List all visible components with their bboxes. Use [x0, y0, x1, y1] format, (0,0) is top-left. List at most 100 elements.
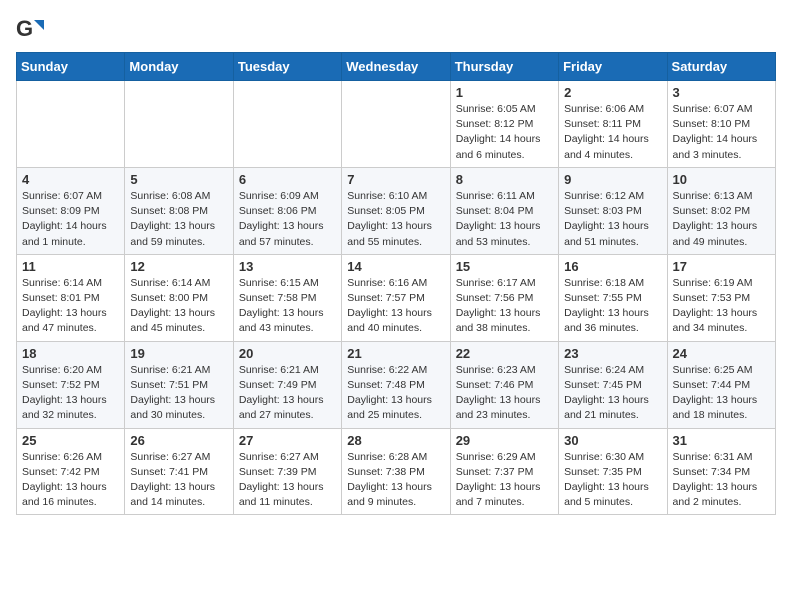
- calendar-cell: 30 Sunrise: 6:30 AM Sunset: 7:35 PM Dayli…: [559, 428, 667, 515]
- calendar-cell: 15 Sunrise: 6:17 AM Sunset: 7:56 PM Dayli…: [450, 254, 558, 341]
- calendar-week-row: 1 Sunrise: 6:05 AM Sunset: 8:12 PM Daylig…: [17, 81, 776, 168]
- day-info: Sunrise: 6:05 AM Sunset: 8:12 PM Dayligh…: [456, 102, 553, 163]
- day-number: 31: [673, 433, 770, 448]
- day-number: 26: [130, 433, 227, 448]
- day-number: 16: [564, 259, 661, 274]
- day-info: Sunrise: 6:29 AM Sunset: 7:37 PM Dayligh…: [456, 450, 553, 511]
- calendar-cell: 24Sunrise: 6:25 AM Sunset: 7:44 PM Dayli…: [667, 341, 775, 428]
- calendar-header-friday: Friday: [559, 53, 667, 81]
- calendar-cell: 14 Sunrise: 6:16 AM Sunset: 7:57 PM Dayli…: [342, 254, 450, 341]
- calendar-header-monday: Monday: [125, 53, 233, 81]
- calendar-cell: 5 Sunrise: 6:08 AM Sunset: 8:08 PM Daylig…: [125, 167, 233, 254]
- calendar-cell: 1 Sunrise: 6:05 AM Sunset: 8:12 PM Daylig…: [450, 81, 558, 168]
- day-info: Sunrise: 6:25 AM Sunset: 7:44 PM Dayligh…: [673, 363, 770, 424]
- day-info: Sunrise: 6:15 AM Sunset: 7:58 PM Dayligh…: [239, 276, 336, 337]
- day-number: 22: [456, 346, 553, 361]
- day-info: Sunrise: 6:21 AM Sunset: 7:51 PM Dayligh…: [130, 363, 227, 424]
- calendar-week-row: 4Sunrise: 6:07 AM Sunset: 8:09 PM Daylig…: [17, 167, 776, 254]
- day-info: Sunrise: 6:21 AM Sunset: 7:49 PM Dayligh…: [239, 363, 336, 424]
- day-number: 12: [130, 259, 227, 274]
- day-info: Sunrise: 6:27 AM Sunset: 7:39 PM Dayligh…: [239, 450, 336, 511]
- day-info: Sunrise: 6:18 AM Sunset: 7:55 PM Dayligh…: [564, 276, 661, 337]
- day-info: Sunrise: 6:16 AM Sunset: 7:57 PM Dayligh…: [347, 276, 444, 337]
- calendar-cell: 21 Sunrise: 6:22 AM Sunset: 7:48 PM Dayli…: [342, 341, 450, 428]
- day-number: 10: [673, 172, 770, 187]
- calendar-cell: 16 Sunrise: 6:18 AM Sunset: 7:55 PM Dayli…: [559, 254, 667, 341]
- day-number: 29: [456, 433, 553, 448]
- calendar-cell: [17, 81, 125, 168]
- calendar-cell: 9Sunrise: 6:12 AM Sunset: 8:03 PM Daylig…: [559, 167, 667, 254]
- day-number: 7: [347, 172, 444, 187]
- svg-text:G: G: [16, 16, 33, 41]
- day-number: 25: [22, 433, 119, 448]
- day-number: 11: [22, 259, 119, 274]
- calendar-cell: 23 Sunrise: 6:24 AM Sunset: 7:45 PM Dayli…: [559, 341, 667, 428]
- calendar-cell: 29 Sunrise: 6:29 AM Sunset: 7:37 PM Dayli…: [450, 428, 558, 515]
- day-info: Sunrise: 6:07 AM Sunset: 8:10 PM Dayligh…: [673, 102, 770, 163]
- day-number: 9: [564, 172, 661, 187]
- day-info: Sunrise: 6:14 AM Sunset: 8:00 PM Dayligh…: [130, 276, 227, 337]
- calendar-cell: 18Sunrise: 6:20 AM Sunset: 7:52 PM Dayli…: [17, 341, 125, 428]
- calendar-cell: [233, 81, 341, 168]
- calendar-cell: 8 Sunrise: 6:11 AM Sunset: 8:04 PM Daylig…: [450, 167, 558, 254]
- day-info: Sunrise: 6:14 AM Sunset: 8:01 PM Dayligh…: [22, 276, 119, 337]
- calendar-header-tuesday: Tuesday: [233, 53, 341, 81]
- day-info: Sunrise: 6:06 AM Sunset: 8:11 PM Dayligh…: [564, 102, 661, 163]
- calendar-header-thursday: Thursday: [450, 53, 558, 81]
- day-number: 15: [456, 259, 553, 274]
- day-number: 5: [130, 172, 227, 187]
- calendar-week-row: 18Sunrise: 6:20 AM Sunset: 7:52 PM Dayli…: [17, 341, 776, 428]
- logo-icon: G: [16, 16, 44, 44]
- day-info: Sunrise: 6:26 AM Sunset: 7:42 PM Dayligh…: [22, 450, 119, 511]
- calendar-cell: 31 Sunrise: 6:31 AM Sunset: 7:34 PM Dayli…: [667, 428, 775, 515]
- day-number: 14: [347, 259, 444, 274]
- calendar-cell: 25 Sunrise: 6:26 AM Sunset: 7:42 PM Dayli…: [17, 428, 125, 515]
- day-info: Sunrise: 6:24 AM Sunset: 7:45 PM Dayligh…: [564, 363, 661, 424]
- page-header: G: [16, 16, 776, 44]
- day-info: Sunrise: 6:28 AM Sunset: 7:38 PM Dayligh…: [347, 450, 444, 511]
- day-number: 17: [673, 259, 770, 274]
- day-info: Sunrise: 6:27 AM Sunset: 7:41 PM Dayligh…: [130, 450, 227, 511]
- logo: G: [16, 16, 48, 44]
- calendar-cell: 7 Sunrise: 6:10 AM Sunset: 8:05 PM Daylig…: [342, 167, 450, 254]
- day-info: Sunrise: 6:09 AM Sunset: 8:06 PM Dayligh…: [239, 189, 336, 250]
- day-number: 1: [456, 85, 553, 100]
- day-info: Sunrise: 6:11 AM Sunset: 8:04 PM Dayligh…: [456, 189, 553, 250]
- day-number: 23: [564, 346, 661, 361]
- day-info: Sunrise: 6:07 AM Sunset: 8:09 PM Dayligh…: [22, 189, 119, 250]
- calendar-cell: [342, 81, 450, 168]
- day-number: 27: [239, 433, 336, 448]
- day-number: 30: [564, 433, 661, 448]
- day-info: Sunrise: 6:31 AM Sunset: 7:34 PM Dayligh…: [673, 450, 770, 511]
- calendar-cell: 6 Sunrise: 6:09 AM Sunset: 8:06 PM Daylig…: [233, 167, 341, 254]
- day-number: 19: [130, 346, 227, 361]
- calendar-cell: 12 Sunrise: 6:14 AM Sunset: 8:00 PM Dayli…: [125, 254, 233, 341]
- calendar-cell: 2 Sunrise: 6:06 AM Sunset: 8:11 PM Daylig…: [559, 81, 667, 168]
- day-info: Sunrise: 6:20 AM Sunset: 7:52 PM Dayligh…: [22, 363, 119, 424]
- day-number: 28: [347, 433, 444, 448]
- calendar-week-row: 25 Sunrise: 6:26 AM Sunset: 7:42 PM Dayli…: [17, 428, 776, 515]
- calendar-cell: [125, 81, 233, 168]
- calendar-header-sunday: Sunday: [17, 53, 125, 81]
- day-info: Sunrise: 6:30 AM Sunset: 7:35 PM Dayligh…: [564, 450, 661, 511]
- day-number: 2: [564, 85, 661, 100]
- day-info: Sunrise: 6:10 AM Sunset: 8:05 PM Dayligh…: [347, 189, 444, 250]
- calendar-cell: 17Sunrise: 6:19 AM Sunset: 7:53 PM Dayli…: [667, 254, 775, 341]
- day-number: 13: [239, 259, 336, 274]
- calendar-cell: 19 Sunrise: 6:21 AM Sunset: 7:51 PM Dayli…: [125, 341, 233, 428]
- day-number: 21: [347, 346, 444, 361]
- day-number: 3: [673, 85, 770, 100]
- day-info: Sunrise: 6:08 AM Sunset: 8:08 PM Dayligh…: [130, 189, 227, 250]
- day-number: 20: [239, 346, 336, 361]
- calendar-header-row: SundayMondayTuesdayWednesdayThursdayFrid…: [17, 53, 776, 81]
- calendar-table: SundayMondayTuesdayWednesdayThursdayFrid…: [16, 52, 776, 515]
- day-number: 6: [239, 172, 336, 187]
- day-info: Sunrise: 6:22 AM Sunset: 7:48 PM Dayligh…: [347, 363, 444, 424]
- calendar-header-saturday: Saturday: [667, 53, 775, 81]
- calendar-header-wednesday: Wednesday: [342, 53, 450, 81]
- day-info: Sunrise: 6:13 AM Sunset: 8:02 PM Dayligh…: [673, 189, 770, 250]
- day-info: Sunrise: 6:17 AM Sunset: 7:56 PM Dayligh…: [456, 276, 553, 337]
- calendar-cell: 3 Sunrise: 6:07 AM Sunset: 8:10 PM Daylig…: [667, 81, 775, 168]
- day-info: Sunrise: 6:23 AM Sunset: 7:46 PM Dayligh…: [456, 363, 553, 424]
- day-number: 8: [456, 172, 553, 187]
